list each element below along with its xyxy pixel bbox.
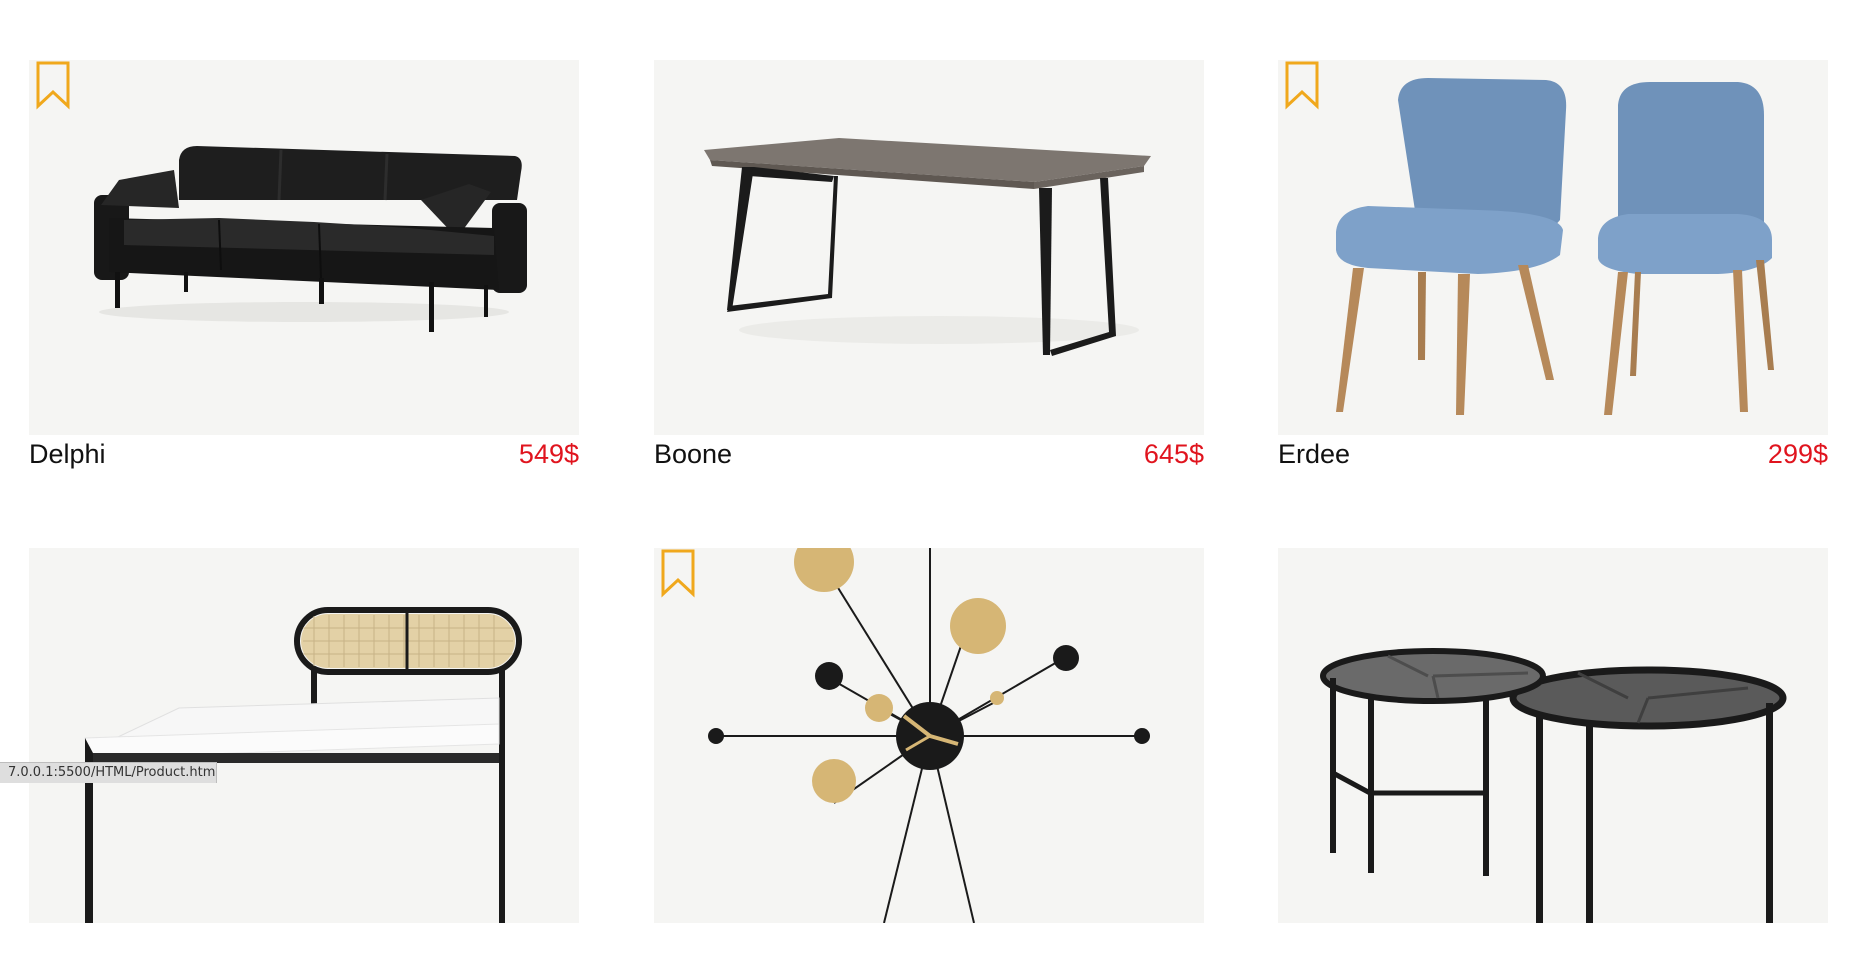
product-meta (29, 927, 579, 963)
product-meta: Erdee 299$ (1278, 439, 1828, 475)
status-bar-url: 7.0.0.1:5500/HTML/Product.html (0, 762, 217, 783)
product-card[interactable]: Boone 645$ (654, 60, 1204, 475)
bed-image (84, 607, 522, 923)
product-price: 645$ (1143, 439, 1204, 469)
product-name[interactable]: Boone (654, 439, 732, 470)
product-image[interactable] (654, 60, 1204, 435)
bookmark-icon[interactable] (35, 60, 71, 110)
product-image[interactable] (29, 60, 579, 435)
product-image[interactable] (29, 548, 579, 923)
product-card[interactable]: Erdee 299$ (1278, 60, 1828, 475)
product-card[interactable]: Delphi 549$ (29, 60, 579, 475)
bookmark-icon[interactable] (1284, 60, 1320, 110)
product-image[interactable] (1278, 60, 1828, 435)
product-price: 299$ (1767, 439, 1828, 469)
table-image (704, 138, 1151, 356)
clock-image (708, 548, 1150, 923)
product-image[interactable] (654, 548, 1204, 923)
chairs-image (1336, 78, 1774, 415)
bookmark-icon[interactable] (660, 548, 696, 598)
coffee-tables-image (1320, 648, 1787, 923)
product-meta: Boone 645$ (654, 439, 1204, 475)
product-name[interactable]: Delphi (29, 439, 106, 470)
product-card[interactable] (654, 548, 1204, 963)
product-meta: Delphi 549$ (29, 439, 579, 475)
product-price: 549$ (518, 439, 579, 469)
product-name[interactable]: Erdee (1278, 439, 1350, 470)
product-card[interactable] (1278, 548, 1828, 963)
product-card[interactable] (29, 548, 579, 963)
product-grid: Delphi 549$ Boone 645$ Erdee 299$ (0, 0, 1855, 923)
product-image[interactable] (1278, 548, 1828, 923)
sofa-image (94, 146, 527, 332)
product-meta (654, 927, 1204, 963)
product-meta (1278, 927, 1828, 963)
